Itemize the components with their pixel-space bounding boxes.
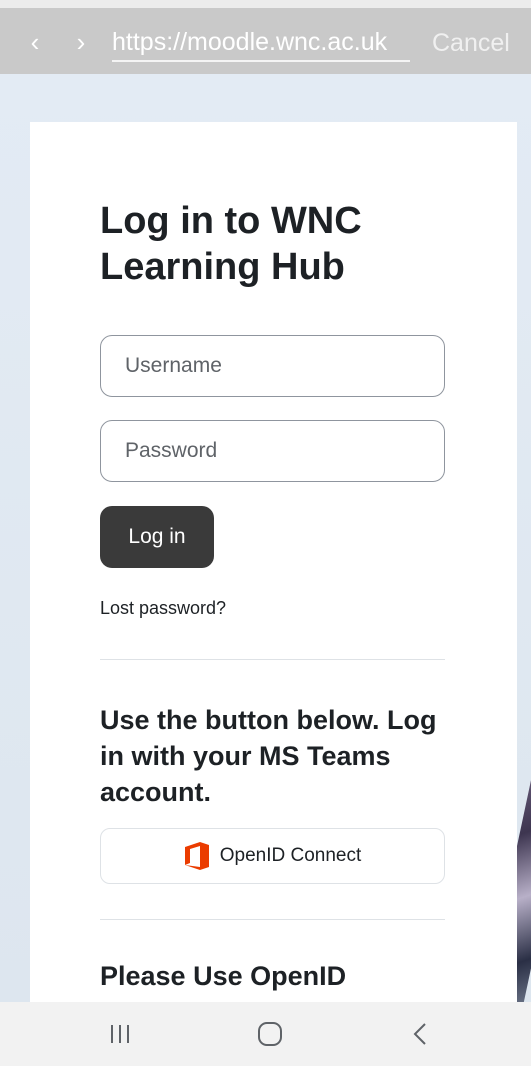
chevron-left-icon[interactable]: ‹ [20, 28, 50, 58]
divider [100, 919, 445, 920]
browser-toolbar: ‹ › https://moodle.wnc.ac.uk Cancel [0, 0, 531, 74]
system-navigation-bar [0, 1002, 531, 1066]
login-button[interactable]: Log in [100, 506, 214, 568]
openid-connect-button[interactable]: OpenID Connect [100, 828, 445, 884]
cancel-button[interactable]: Cancel [432, 26, 510, 62]
openid-heading: Use the button below. Log in with your M… [100, 705, 437, 807]
page-title: Log in to WNC Learning Hub [100, 200, 362, 288]
recent-apps-icon[interactable] [100, 1016, 140, 1052]
openid-button-label: OpenID Connect [219, 845, 362, 866]
lost-password-link[interactable]: Lost password? [100, 598, 226, 619]
office-icon [184, 841, 210, 871]
url-field[interactable]: https://moodle.wnc.ac.uk [112, 26, 410, 62]
home-icon[interactable] [250, 1016, 290, 1052]
openid-heading-2: Please Use OpenID [100, 961, 347, 991]
back-icon[interactable] [400, 1016, 440, 1052]
password-input[interactable] [100, 420, 445, 482]
username-input[interactable] [100, 335, 445, 397]
chevron-right-icon[interactable]: › [66, 28, 96, 58]
divider [100, 659, 445, 660]
login-card: Log in to WNC Learning Hub Log in Lost p… [30, 122, 517, 1002]
